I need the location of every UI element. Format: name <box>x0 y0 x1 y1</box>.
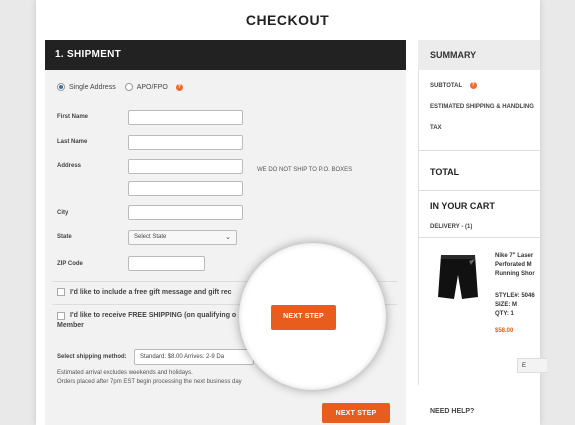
shipping-method-label: Select shipping method: <box>57 354 127 360</box>
need-help-header: NEED HELP? <box>430 408 475 415</box>
product-size: SIZE: M <box>495 302 517 308</box>
next-step-button-magnified[interactable]: NEXT STEP <box>271 305 336 330</box>
product-name-line1[interactable]: Nike 7" Laser <box>495 253 533 259</box>
last-name-field[interactable] <box>128 135 243 150</box>
tax-label: TAX <box>430 125 442 131</box>
shipment-header: 1. SHIPMENT <box>45 40 406 70</box>
single-address-label: Single Address <box>69 83 116 91</box>
chevron-down-icon: ⌄ <box>225 234 231 241</box>
first-name-field[interactable] <box>128 110 243 125</box>
summary-header: SUMMARY <box>418 40 540 70</box>
processing-note: Orders placed after 7pm EST begin proces… <box>57 379 242 385</box>
free-shipping-checkbox[interactable] <box>57 312 65 320</box>
gift-message-label: I'd like to include a free gift message … <box>70 289 232 296</box>
cart-header: IN YOUR CART <box>430 201 495 211</box>
info-icon[interactable]: ? <box>175 83 183 91</box>
state-select[interactable]: Select State ⌄ <box>128 230 237 245</box>
address-line1-field[interactable] <box>128 159 243 174</box>
address-line2-field[interactable] <box>128 181 243 196</box>
product-name-line2[interactable]: Perforated M <box>495 262 532 268</box>
product-image[interactable] <box>435 253 481 301</box>
address-label: Address <box>57 163 82 169</box>
zip-label: ZIP Code <box>57 261 83 267</box>
apo-fpo-radio[interactable] <box>124 83 133 91</box>
address-type-row: Single Address APO/FPO ? <box>57 83 183 91</box>
shipping-handling-label: ESTIMATED SHIPPING & HANDLING <box>430 104 534 110</box>
info-icon[interactable]: ? <box>469 82 477 89</box>
product-style: STYLE#: 5046 <box>495 293 535 299</box>
single-address-radio[interactable] <box>57 83 65 91</box>
page-title: CHECKOUT <box>245 12 330 28</box>
city-label: City <box>57 210 69 216</box>
product-price: $58.00 <box>495 328 514 334</box>
gift-message-checkbox[interactable] <box>57 288 65 296</box>
divider <box>418 237 540 238</box>
product-qty: QTY: 1 <box>495 311 514 317</box>
shipping-method-select[interactable]: Standard: $8.00 Arrives: 2-9 Da <box>134 349 254 365</box>
total-label: TOTAL <box>430 167 460 177</box>
city-field[interactable] <box>128 205 243 220</box>
free-shipping-label-line1: I'd like to receive FREE SHIPPING (on qu… <box>70 312 237 319</box>
summary-panel <box>418 40 540 385</box>
edit-cart-button[interactable]: E <box>517 358 547 373</box>
first-name-label: First Name <box>57 114 89 120</box>
delivery-label: DELIVERY - (1) <box>430 224 473 230</box>
po-box-note: WE DO NOT SHIP TO P.O. BOXES <box>257 167 353 173</box>
state-label: State <box>57 234 72 240</box>
divider <box>418 150 540 151</box>
last-name-label: Last Name <box>57 139 88 145</box>
product-name-line3[interactable]: Running Shor <box>495 271 535 277</box>
subtotal-label: SUBTOTAL <box>430 83 463 90</box>
next-step-button[interactable]: NEXT STEP <box>322 403 390 423</box>
subtotal-row: SUBTOTAL ? <box>430 82 477 89</box>
arrival-note: Estimated arrival excludes weekends and … <box>57 370 193 376</box>
apo-fpo-label: APO/FPO <box>136 83 168 91</box>
state-select-value: Select State <box>134 234 167 240</box>
divider <box>418 190 540 191</box>
free-shipping-label-line2: Member <box>57 322 84 329</box>
zip-field[interactable] <box>128 256 205 271</box>
